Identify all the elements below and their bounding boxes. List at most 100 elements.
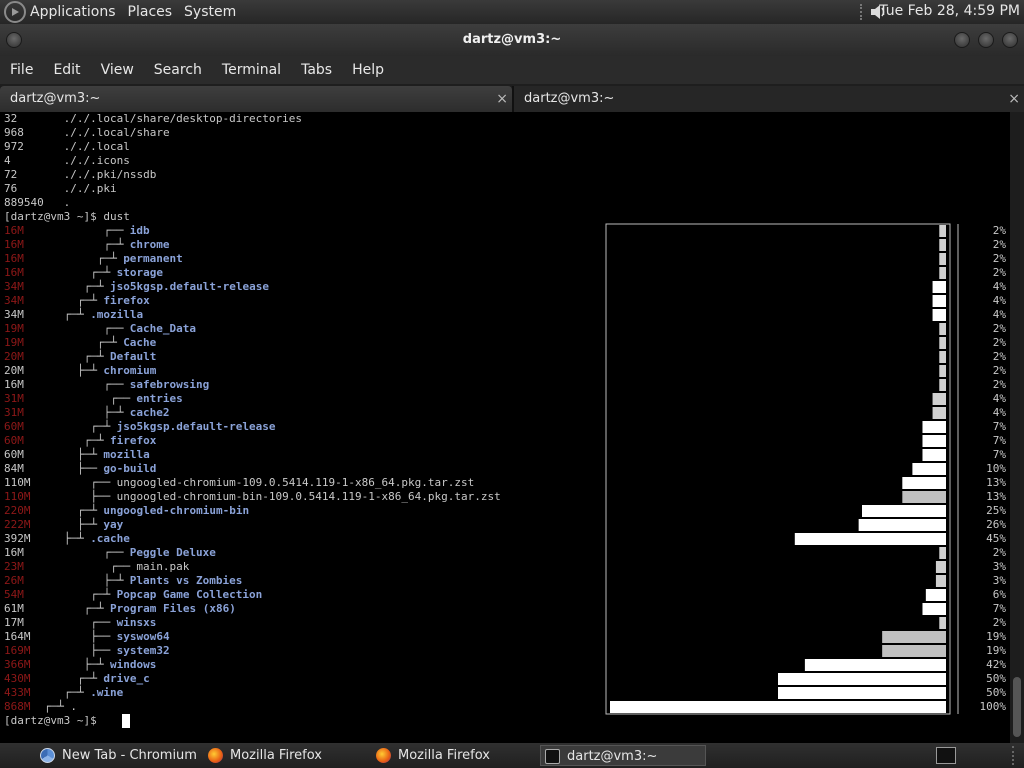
dust-percent: 25%	[986, 504, 1006, 517]
dust-size: 54M	[4, 588, 24, 601]
usage-bar	[922, 449, 946, 461]
task-terminal[interactable]: dartz@vm3:~	[540, 745, 706, 766]
dust-tree-branch: ├─┴	[44, 364, 97, 377]
dust-tree-branch: ├─┴	[44, 518, 97, 531]
dust-entry-name: idb	[129, 224, 150, 237]
dust-size: 222M	[4, 518, 31, 531]
dust-tree-branch: ┌─┴	[44, 434, 104, 447]
dust-percent: 2%	[992, 336, 1006, 349]
usage-bar	[939, 617, 946, 629]
usage-bar	[778, 673, 946, 685]
dust-size: 34M	[4, 280, 24, 293]
menu-help[interactable]: Help	[342, 62, 394, 78]
task-firefox-2[interactable]: Mozilla Firefox	[372, 745, 538, 766]
maximize-button[interactable]	[978, 32, 994, 48]
dust-size: 16M	[4, 238, 24, 251]
chromium-icon	[40, 748, 55, 763]
show-desktop-handle[interactable]	[1012, 746, 1020, 765]
dust-percent: 7%	[992, 434, 1006, 447]
tab-label: dartz@vm3:~	[524, 91, 615, 106]
dust-tree-branch: ┌──	[44, 322, 124, 335]
dust-size: 392M	[4, 532, 31, 545]
menu-file[interactable]: File	[0, 62, 43, 78]
menu-view[interactable]: View	[91, 62, 144, 78]
usage-bar	[939, 351, 946, 363]
terminal-scrollbar[interactable]	[1010, 112, 1024, 743]
dust-percent: 3%	[992, 560, 1006, 573]
task-label: dartz@vm3:~	[567, 749, 658, 764]
usage-bar	[858, 519, 946, 531]
text-cursor	[122, 714, 130, 728]
usage-bar	[935, 575, 946, 587]
usage-bar	[932, 309, 946, 321]
menu-terminal[interactable]: Terminal	[212, 62, 291, 78]
menu-edit[interactable]: Edit	[43, 62, 90, 78]
dust-entry-name: chrome	[129, 238, 170, 251]
terminal-output[interactable]: 32 ././.local/share/desktop-directories 9…	[0, 112, 1010, 743]
tab-terminal-2[interactable]: dartz@vm3:~ ×	[512, 86, 1024, 112]
dust-tree-branch: ┌─┴	[44, 294, 97, 307]
tab-terminal-1[interactable]: dartz@vm3:~ ×	[0, 86, 512, 112]
applications-menu[interactable]: Applications	[30, 4, 116, 20]
window-titlebar[interactable]: dartz@vm3:~	[0, 24, 1024, 56]
window-menu-button[interactable]	[6, 32, 22, 48]
task-label: Mozilla Firefox	[398, 748, 490, 763]
usage-bar	[932, 393, 946, 405]
dust-percent: 19%	[986, 644, 1006, 657]
dust-tree-branch: ├──	[44, 630, 111, 643]
dust-percent: 13%	[986, 476, 1006, 489]
tab-bar: dartz@vm3:~ × dartz@vm3:~ ×	[0, 86, 1024, 112]
usage-bar	[902, 477, 946, 489]
dust-size: 220M	[4, 504, 31, 517]
scroll-thumb[interactable]	[1013, 677, 1021, 737]
clock[interactable]: Tue Feb 28, 4:59 PM	[879, 3, 1020, 19]
dust-entry-name: jso5kgsp.default-release	[110, 280, 269, 293]
usage-bar	[922, 435, 946, 447]
menu-search[interactable]: Search	[144, 62, 212, 78]
usage-bar	[778, 687, 946, 699]
workspace-switcher-icon[interactable]	[936, 747, 956, 764]
dust-entry-name: .	[70, 700, 78, 713]
dust-entry-name: permanent	[123, 252, 183, 265]
usage-bar	[939, 337, 946, 349]
dust-size: 110M	[4, 490, 31, 503]
dust-percent: 2%	[992, 266, 1006, 279]
usage-bar	[922, 421, 946, 433]
close-button[interactable]	[1002, 32, 1018, 48]
usage-bar	[862, 505, 946, 517]
dust-size: 19M	[4, 322, 24, 335]
dust-entry-name: mozilla	[103, 448, 150, 461]
dust-tree-branch: ┌──	[44, 476, 111, 489]
dust-percent: 4%	[992, 280, 1006, 293]
dust-entry-name: ungoogled-chromium-bin-109.0.5414.119-1-…	[116, 490, 501, 503]
firefox-icon	[376, 748, 391, 763]
dust-tree-branch: ┌─┴	[44, 336, 117, 349]
dust-entry-name: firefox	[110, 434, 157, 447]
dust-percent: 3%	[992, 574, 1006, 587]
tab-close-icon[interactable]: ×	[1008, 86, 1020, 112]
dust-entry-name: Cache_Data	[129, 322, 197, 335]
dust-tree-branch: ├─┴	[44, 532, 84, 545]
dust-tree-branch: ├──	[44, 490, 111, 503]
shell-prompt: [dartz@vm3 ~]$	[4, 714, 104, 727]
window-title: dartz@vm3:~	[462, 32, 562, 47]
usage-bar	[939, 239, 946, 251]
dust-percent: 4%	[992, 294, 1006, 307]
system-menu[interactable]: System	[184, 4, 236, 20]
usage-bar	[932, 407, 946, 419]
dust-tree-branch: ├─┴	[44, 406, 124, 419]
dust-entry-name: safebrowsing	[129, 378, 210, 391]
dust-tree-branch: ┌──	[44, 224, 124, 237]
usage-bar	[939, 365, 946, 377]
distro-logo-icon[interactable]	[4, 1, 26, 23]
dust-tree-branch: ┌─┴	[44, 686, 84, 699]
tab-close-icon[interactable]: ×	[496, 86, 508, 112]
minimize-button[interactable]	[954, 32, 970, 48]
task-chromium[interactable]: New Tab - Chromium	[36, 745, 202, 766]
menu-tabs[interactable]: Tabs	[291, 62, 342, 78]
places-menu[interactable]: Places	[128, 4, 173, 20]
usage-bar	[939, 379, 946, 391]
dust-percent: 2%	[992, 616, 1006, 629]
dust-percent: 2%	[992, 224, 1006, 237]
task-firefox-1[interactable]: Mozilla Firefox	[204, 745, 370, 766]
